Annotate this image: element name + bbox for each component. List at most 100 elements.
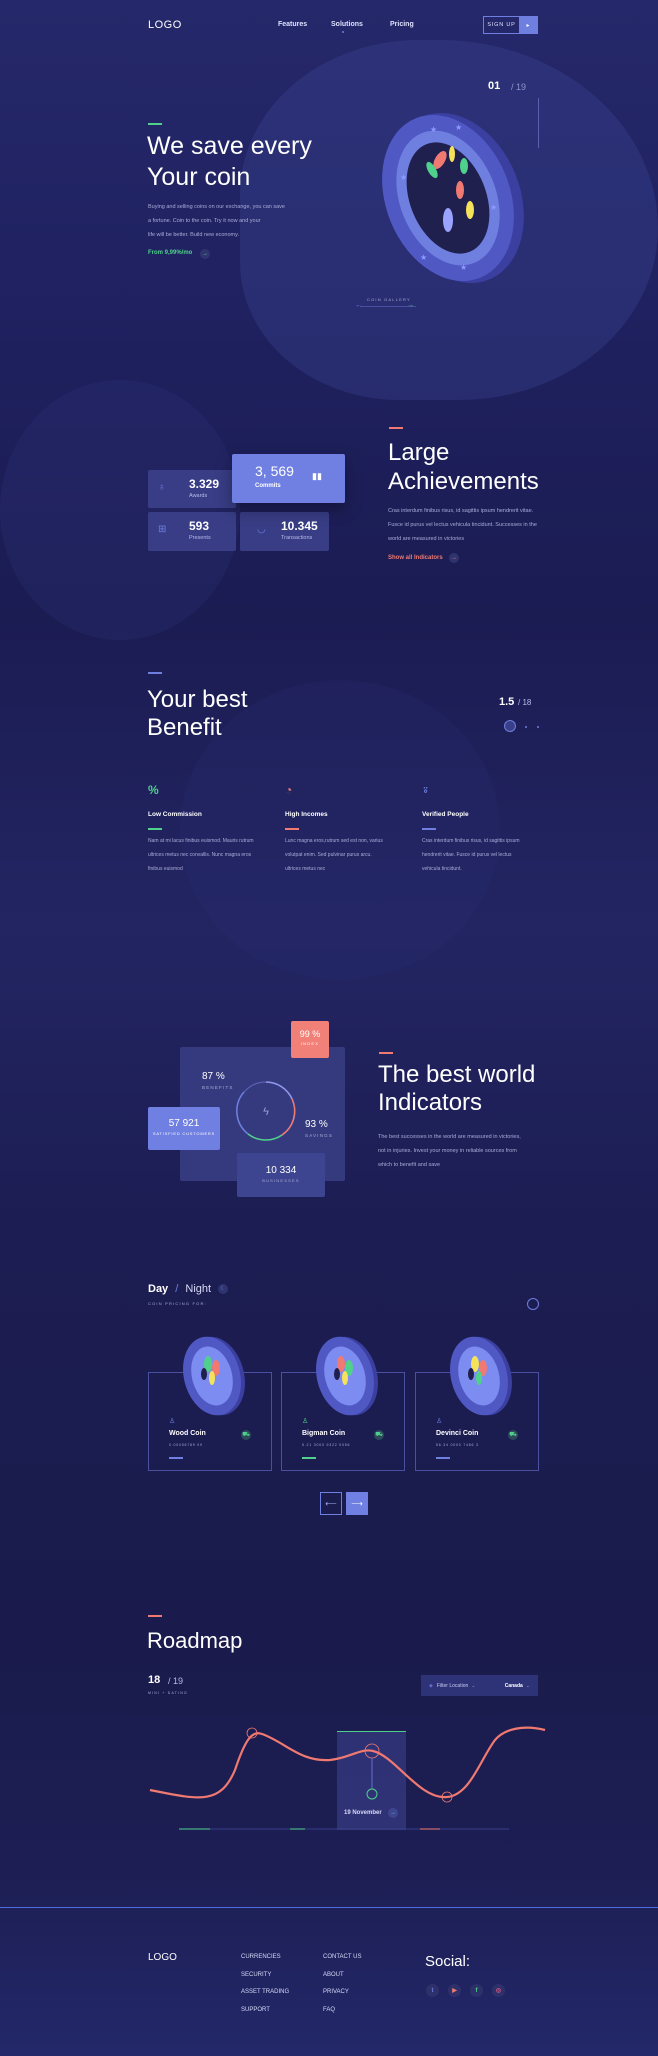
- gift-icon: ⊞: [158, 524, 167, 535]
- accent-line: [148, 828, 162, 830]
- arrow-right-icon[interactable]: →: [200, 249, 210, 259]
- footer-link[interactable]: FAQ: [323, 2007, 335, 2013]
- nav-pricing[interactable]: Pricing: [390, 21, 414, 28]
- active-indicator: [342, 31, 344, 33]
- coin-illustration: [183, 1336, 245, 1416]
- accent-line: [302, 1457, 316, 1459]
- stat-label: Transactions: [281, 535, 313, 541]
- arrow-right-icon[interactable]: →: [407, 302, 414, 309]
- index-card: 99 % INDEX: [291, 1021, 329, 1058]
- indicator-ring: ϟ: [236, 1081, 296, 1141]
- show-all-indicators-link[interactable]: Show all Indicators: [388, 555, 443, 561]
- cart-icon[interactable]: ⛟: [241, 1430, 251, 1440]
- benefit-counter-current: 1.5: [499, 696, 515, 708]
- benefit-title: Your best Benefit: [147, 686, 248, 741]
- accent-line: [148, 1615, 162, 1617]
- hero-coin-illustration: ★ ★ ★ ★ ★ ★: [382, 112, 524, 284]
- footer-link[interactable]: SUPPORT: [241, 2007, 270, 2013]
- filter-value[interactable]: Canada: [505, 1683, 523, 1689]
- roadmap-counter-total: / 19: [168, 1676, 184, 1686]
- roadmap-counter-current: 18: [148, 1674, 161, 1686]
- coin-name: Bigman Coin: [302, 1430, 346, 1437]
- accent-line: [148, 123, 162, 125]
- coin-user-icon: ♙: [169, 1418, 176, 1425]
- day-night-toggle[interactable]: Day / Night ☾: [148, 1283, 229, 1295]
- filter-label: Filter Location: [436, 1682, 469, 1689]
- bar-chart-icon: ▮▮: [312, 471, 322, 481]
- day-option[interactable]: Day: [148, 1283, 168, 1295]
- svg-text:★: ★: [490, 203, 497, 212]
- arrow-right-icon: ▸: [519, 17, 537, 33]
- facebook-icon[interactable]: f: [470, 1984, 483, 1997]
- instagram-icon[interactable]: ◎: [492, 1984, 505, 1997]
- roadmap-curve: [149, 1726, 546, 1830]
- coin-user-icon: ♙: [302, 1418, 309, 1425]
- arrow-left-icon: ⟵: [325, 1499, 337, 1508]
- location-filter[interactable]: ◈ Filter Location ⌄ Canada ⌄: [421, 1675, 538, 1696]
- slider-dot-active[interactable]: [504, 720, 516, 732]
- cart-icon[interactable]: ⛟: [374, 1430, 384, 1440]
- stat-value: 593: [189, 519, 210, 533]
- footer-link[interactable]: SECURITY: [241, 1972, 271, 1978]
- nav-solutions[interactable]: Solutions: [331, 21, 363, 28]
- stat-value: 3, 569: [255, 463, 294, 479]
- indicators-text: The best successes in the world are meas…: [378, 1134, 521, 1168]
- nav-features[interactable]: Features: [278, 21, 307, 28]
- hero-price-link[interactable]: From 9,99%/mo: [148, 250, 192, 256]
- customers-label: SATISFIED CUSTOMERS: [152, 1131, 216, 1136]
- pricing-subtitle: COIN PRICING FOR:: [148, 1301, 207, 1306]
- customers-card: 57 921 SATISFIED CUSTOMERS: [148, 1107, 220, 1150]
- roadmap-title: Roadmap: [147, 1628, 243, 1653]
- footer-link[interactable]: ABOUT: [323, 1972, 344, 1978]
- youtube-icon[interactable]: ▶: [448, 1984, 461, 1997]
- achievements-title: Large Achievements: [388, 439, 539, 495]
- stat-label: Awards: [189, 493, 208, 499]
- coin-illustration: [450, 1336, 512, 1416]
- award-icon: ♁: [158, 482, 166, 493]
- footer-divider: [0, 1907, 658, 1908]
- social-title: Social:: [425, 1953, 471, 1970]
- arrow-right-icon[interactable]: →: [388, 1808, 398, 1818]
- feature-0: % Low Commission Nam at mi lacus finibus…: [148, 783, 268, 876]
- prev-button[interactable]: ⟵: [320, 1492, 342, 1515]
- accent-line: [389, 427, 403, 429]
- separator: /: [175, 1283, 179, 1295]
- slider-dot[interactable]: [537, 726, 539, 728]
- moon-icon[interactable]: ☾: [218, 1284, 229, 1295]
- bg-shape: [0, 380, 240, 640]
- footer-link[interactable]: PRIVACY: [323, 1989, 349, 1995]
- slider-dot[interactable]: [525, 726, 527, 728]
- coin-value: 56.34 0000 7486 3: [436, 1443, 479, 1447]
- cart-icon[interactable]: ⛟: [508, 1430, 518, 1440]
- scroll-indicator[interactable]: [527, 1298, 539, 1310]
- accent-line: [148, 672, 162, 674]
- index-value: 99 %: [299, 1029, 321, 1039]
- footer-link[interactable]: CONTACT US: [323, 1954, 361, 1960]
- roadmap-subtitle: MINI + DATING: [148, 1691, 188, 1695]
- achievements-text: Cras interdum finibus risus, id sagittis…: [388, 508, 537, 542]
- arrow-right-icon[interactable]: →: [449, 553, 459, 563]
- signup-button[interactable]: SIGN UP ▸: [483, 16, 538, 34]
- footer-link[interactable]: ASSET TRADING: [241, 1989, 289, 1995]
- svg-text:★: ★: [455, 123, 462, 132]
- customers-value: 57 921: [168, 1118, 200, 1129]
- benefits-label: BENEFITS: [202, 1085, 234, 1090]
- arrow-left-icon[interactable]: ←: [355, 302, 362, 309]
- accent-line: [285, 828, 299, 830]
- coin-name: Wood Coin: [169, 1430, 206, 1437]
- coin-value: 0.00056789 09: [169, 1443, 203, 1447]
- signup-label: SIGN UP: [487, 22, 516, 28]
- pie-chart-icon: ◔: [285, 783, 293, 797]
- lightning-icon: ϟ: [263, 1106, 269, 1118]
- footer-link[interactable]: CURRENCIES: [241, 1954, 281, 1960]
- footer-logo[interactable]: LOGO: [148, 1952, 177, 1963]
- twitter-icon[interactable]: t: [426, 1984, 439, 1997]
- night-option[interactable]: Night: [185, 1283, 211, 1295]
- svg-text:★: ★: [460, 263, 467, 272]
- businesses-value: 10 334: [265, 1165, 297, 1176]
- hero-counter-current: 01: [488, 80, 501, 92]
- stat-card-transactions: ◡ 10.345 Transactions: [240, 512, 329, 551]
- next-button[interactable]: ⟶: [346, 1492, 368, 1515]
- logo[interactable]: LOGO: [148, 19, 182, 31]
- chevron-down-icon: ⌄: [471, 1682, 476, 1689]
